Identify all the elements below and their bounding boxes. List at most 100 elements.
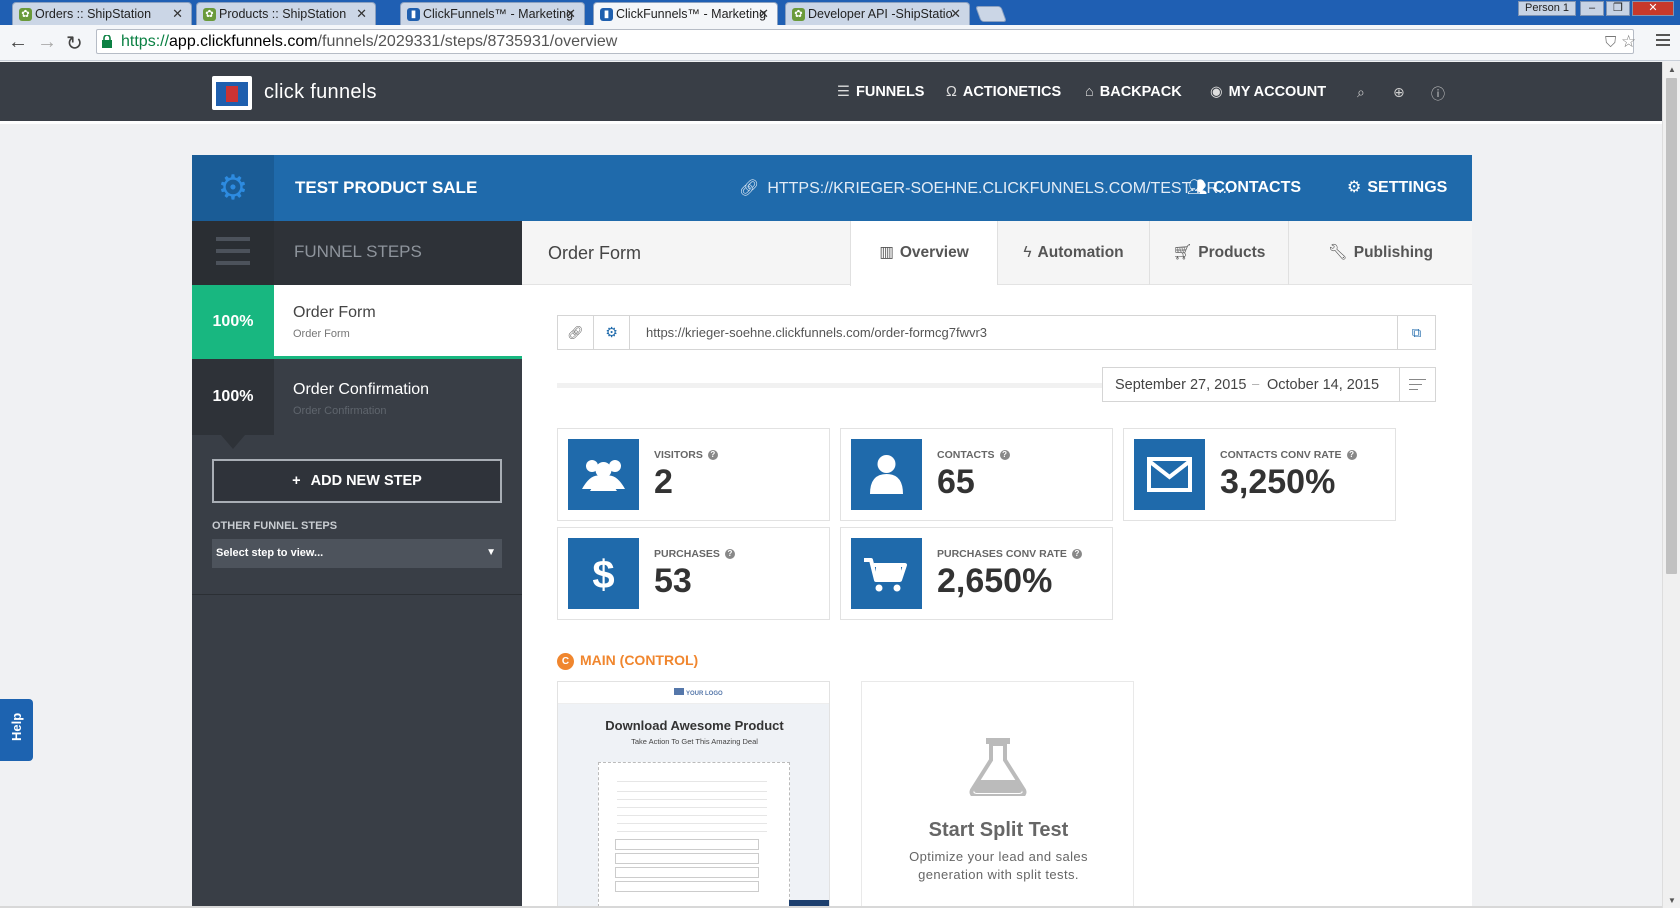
stat-purchases-conv-rate: PURCHASES CONV RATE? 2,650% [840, 527, 1113, 620]
preview-title: Download Awesome Product [605, 718, 784, 733]
other-steps-select[interactable]: Select step to view... ▼ [212, 539, 502, 568]
url-path: /funnels/2029331/steps/8735931/overview [317, 33, 618, 50]
backpack-icon: ⌂ [1085, 84, 1094, 100]
close-window-icon[interactable]: ✕ [1632, 1, 1674, 16]
tab-title: Orders :: ShipStation [35, 7, 152, 21]
help-label: Help [9, 712, 24, 741]
close-icon[interactable]: ✕ [950, 6, 961, 22]
help-icon[interactable]: ? [707, 450, 718, 460]
gear-icon[interactable]: ⚙ [192, 155, 274, 221]
nav-my-account[interactable]: ◉ MY ACCOUNT [1210, 84, 1326, 100]
link-icon[interactable]: 🔗︎ [558, 316, 594, 349]
funnel-title: TEST PRODUCT SALE [295, 178, 478, 197]
tab-automation[interactable]: ϟ Automation [997, 221, 1149, 285]
add-step-label: ADD NEW STEP [310, 473, 422, 489]
contacts-button[interactable]: 👥︎ CONTACTS [1187, 177, 1301, 197]
help-icon[interactable]: ? [724, 549, 735, 559]
funnel-step-order-form[interactable]: 100% Order Form Order Form [192, 285, 522, 373]
bolt-icon: ϟ [1023, 244, 1032, 261]
stat-label: PURCHASES? [654, 548, 735, 560]
nav-funnels[interactable]: ☰ FUNNELS [837, 84, 924, 100]
tab-publishing[interactable]: 🔧︎ Publishing [1288, 221, 1472, 285]
tab-products[interactable]: 🛒︎ Products [1149, 221, 1288, 285]
new-tab-button[interactable] [975, 6, 1007, 22]
url-text: https://app.clickfunnels.com/funnels/202… [121, 33, 617, 51]
help-icon[interactable]: ? [1346, 450, 1357, 460]
gear-icon[interactable]: ⚙ [594, 316, 630, 349]
date-range-picker[interactable]: September 27, 2015 – October 14, 2015 [1102, 367, 1436, 402]
close-icon[interactable]: ✕ [356, 6, 367, 22]
forward-icon[interactable]: → [37, 31, 57, 54]
link-icon: 🔗︎ [739, 180, 760, 197]
start-split-test-card[interactable]: Start Split Test Optimize your lead and … [861, 681, 1134, 908]
close-icon[interactable]: ✕ [172, 6, 183, 22]
browser-tab-active[interactable]: ▮ ClickFunnels™ - Marketing ✕ [593, 2, 778, 25]
browser-tabstrip: ✿ Orders :: ShipStation ✕ ✿ Products :: … [0, 0, 1680, 25]
help-tab[interactable]: Help [0, 699, 33, 761]
flask-icon [969, 738, 1027, 796]
gear-icon: ⚙ [1347, 179, 1362, 196]
funnel-step-order-confirmation[interactable]: 100% Order Confirmation Order Confirmati… [192, 359, 522, 449]
tab-title: ClickFunnels™ - Marketing [616, 7, 767, 21]
split-test-description: Optimize your lead and sales generation … [909, 849, 1088, 882]
funnel-url: HTTPS://KRIEGER-SOEHNE.CLICKFUNNELS.COM/… [767, 180, 1232, 197]
close-icon[interactable]: ✕ [565, 6, 576, 22]
address-bar[interactable]: https://app.clickfunnels.com/funnels/202… [96, 29, 1636, 54]
nav-actionetics[interactable]: Ω ACTIONETICS [946, 84, 1061, 100]
funnel-url-link[interactable]: 🔗︎ HTTPS://KRIEGER-SOEHNE.CLICKFUNNELS.CO… [739, 178, 1231, 198]
profile-button[interactable]: Person 1 [1518, 1, 1576, 16]
add-new-step-button[interactable]: + ADD NEW STEP [212, 459, 502, 503]
filter-lines-icon[interactable] [1399, 368, 1435, 401]
browser-tab[interactable]: ✿ Orders :: ShipStation ✕ [12, 2, 192, 25]
brand-name[interactable]: click funnels [264, 81, 377, 104]
reload-icon[interactable]: ↻ [66, 31, 83, 56]
preview-logo: YOUR LOGO [674, 688, 725, 697]
step-name: Order Confirmation [293, 381, 430, 398]
sidebar-header: FUNNEL STEPS [192, 221, 522, 285]
info-icon[interactable]: ⓘ [1431, 84, 1445, 104]
browser-tab[interactable]: ▮ ClickFunnels™ - Marketing ✕ [400, 2, 585, 25]
tab-overview[interactable]: ▥ Overview [850, 221, 997, 286]
scrollbar-thumb[interactable] [1666, 78, 1677, 574]
minimize-icon[interactable]: – [1580, 1, 1604, 16]
lock-icon [102, 35, 112, 48]
star-icon[interactable]: ☆ [1621, 32, 1636, 52]
search-icon[interactable]: ⌕ [1357, 84, 1365, 101]
svg-text:$: $ [592, 553, 614, 597]
tab-title: Products :: ShipStation [219, 7, 347, 21]
nav-backpack[interactable]: ⌂ BACKPACK [1085, 84, 1182, 100]
settings-button[interactable]: ⚙ SETTINGS [1347, 177, 1447, 197]
tab-label: Publishing [1353, 244, 1433, 261]
funnel-header: ⚙ TEST PRODUCT SALE 🔗︎ HTTPS://KRIEGER-SO… [192, 155, 1472, 221]
help-icon[interactable]: ? [1071, 549, 1082, 559]
page-url[interactable]: https://krieger-soehne.clickfunnels.com/… [646, 325, 987, 340]
back-icon[interactable]: ← [8, 31, 28, 54]
stat-value: 2,650% [937, 562, 1053, 600]
help-icon[interactable]: ? [999, 450, 1010, 460]
cart-icon: 🛒︎ [1172, 244, 1193, 261]
step-name: Order Form [293, 304, 376, 321]
browser-tab[interactable]: ✿ Developer API -ShipStatio ✕ [785, 2, 970, 25]
close-icon[interactable]: ✕ [758, 6, 769, 22]
page-scrollbar[interactable]: ▲ ▼ [1662, 62, 1680, 908]
scroll-down-icon[interactable]: ▼ [1668, 896, 1676, 905]
stat-value: 3,250% [1220, 463, 1336, 501]
envelope-icon [1134, 439, 1205, 510]
tab-label: Products [1198, 244, 1266, 261]
gear-icon: ✿ [19, 8, 32, 21]
chrome-menu-icon[interactable] [1656, 34, 1670, 49]
cart-icon [851, 538, 922, 609]
shield-icon[interactable]: ⛉ [1605, 34, 1616, 51]
globe-icon[interactable]: ⊕ [1393, 84, 1405, 101]
clickfunnels-logo[interactable] [212, 76, 252, 110]
date-from: September 27, 2015 [1115, 377, 1247, 393]
restore-icon[interactable]: ❐ [1606, 1, 1630, 16]
stat-value: 65 [937, 463, 975, 501]
hamburger-icon[interactable] [192, 221, 274, 285]
tab-title: ClickFunnels™ - Marketing [423, 7, 574, 21]
external-link-icon[interactable]: ⧉ [1397, 316, 1435, 349]
page-preview-thumbnail[interactable]: YOUR LOGO Download Awesome Product Take … [557, 681, 830, 908]
scroll-up-icon[interactable]: ▲ [1668, 65, 1676, 74]
users-icon [568, 439, 639, 510]
browser-tab[interactable]: ✿ Products :: ShipStation ✕ [196, 2, 376, 25]
